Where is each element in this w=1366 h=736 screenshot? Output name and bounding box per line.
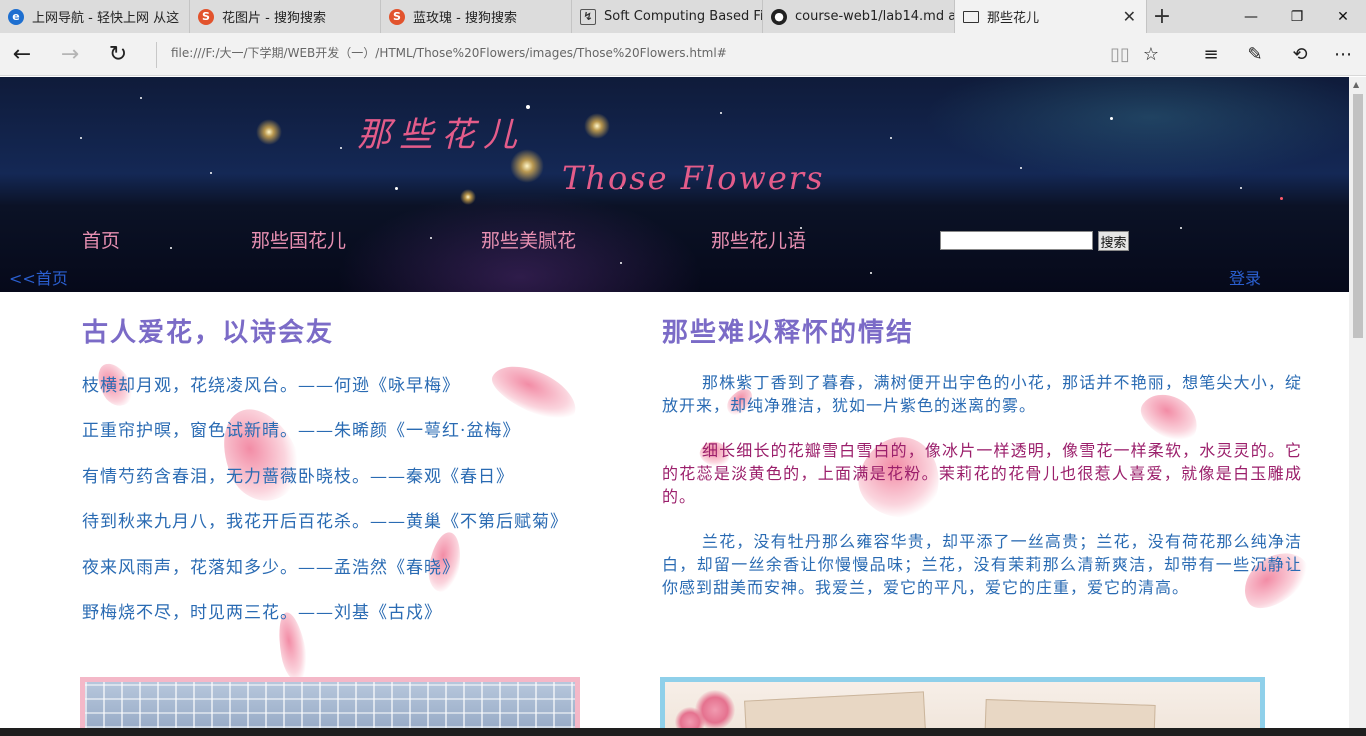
star [210, 172, 212, 174]
tab-soft-computing[interactable]: ↯ Soft Computing Based Fin [572, 0, 763, 33]
poem-line: 夜来风雨声，花落知多少。——孟浩然《春晓》 [82, 558, 460, 578]
divider [156, 42, 157, 68]
nav-item-beautiful-flowers[interactable]: 那些美腻花 [481, 226, 576, 253]
tab-flower-images[interactable]: S 花图片 - 搜狗搜索 [190, 0, 381, 33]
tab-label: Soft Computing Based Fin [604, 9, 762, 24]
poem-line: 正重帘护暝，窗色试新晴。——朱晞颜《一萼红·盆梅》 [82, 421, 521, 441]
site-title-english: Those Flowers [562, 159, 825, 197]
page-icon [963, 10, 979, 23]
ie-icon: e [8, 8, 24, 25]
tab-those-flowers[interactable]: 那些花儿 ✕ [955, 0, 1147, 33]
web-note-icon[interactable]: ✎ [1240, 41, 1270, 67]
scrollbar-thumb[interactable] [1353, 94, 1363, 338]
search-input[interactable] [940, 231, 1093, 250]
star [1110, 117, 1113, 120]
poem-line: 野梅烧不尽，时见两三花。——刘基《古戍》 [82, 603, 442, 623]
scroll-up-icon[interactable]: ▲ [1353, 80, 1359, 89]
paragraph-orchid: 兰花，没有牡丹那么雍容华贵，却平添了一丝高贵；兰花，没有荷花那么纯净洁白，却留一… [662, 532, 1302, 597]
web-page: 那些花儿 Those Flowers 首页 那些国花儿 那些美腻花 那些花儿语 … [0, 77, 1349, 736]
star-glow [584, 113, 610, 139]
tab-label: course-web1/lab14.md at [795, 9, 954, 24]
poem-line: 枝横却月观，花绕凌风台。——何逊《咏早梅》 [82, 376, 460, 396]
star [890, 137, 892, 139]
tab-label: 上网导航 - 轻快上网 从这 [32, 11, 180, 26]
tab-label: 那些花儿 [987, 11, 1040, 26]
taskbar [0, 728, 1366, 736]
star [80, 137, 82, 139]
star [1020, 167, 1022, 169]
star [340, 147, 342, 149]
window-close-icon[interactable]: ✕ [1320, 0, 1366, 33]
star [526, 105, 530, 109]
more-icon[interactable]: ⋯ [1328, 41, 1358, 67]
github-icon: ● [771, 8, 787, 25]
poem-line: 待到秋来九月八，我花开后百花杀。——黄巢《不第后赋菊》 [82, 512, 568, 532]
nav-item-home[interactable]: 首页 [82, 226, 120, 253]
header-banner: 那些花儿 Those Flowers 首页 那些国花儿 那些美腻花 那些花儿语 … [0, 77, 1349, 292]
nav-item-national-flowers[interactable]: 那些国花儿 [251, 226, 346, 253]
nav-item-flower-language[interactable]: 那些花儿语 [711, 226, 806, 253]
star [1280, 197, 1283, 200]
share-icon[interactable]: ⟲ [1285, 41, 1315, 67]
restore-icon[interactable]: ❐ [1274, 0, 1320, 33]
favorite-star-icon[interactable]: ☆ [1136, 41, 1166, 67]
poems-heading: 古人爱花，以诗会友 [82, 318, 335, 348]
sogou-icon: S [389, 8, 405, 25]
tab-shanghai-nav[interactable]: e 上网导航 - 轻快上网 从这 [0, 0, 190, 33]
tab-label: 花图片 - 搜狗搜索 [222, 11, 326, 26]
address-bar: ← → ↻ file:///F:/大一/下学期/WEB开发（一）/HTML/Th… [0, 33, 1366, 76]
tab-blue-rose[interactable]: S 蓝玫瑰 - 搜狗搜索 [381, 0, 572, 33]
pdf-icon: ↯ [580, 8, 596, 25]
hub-icon[interactable]: ≡ [1196, 41, 1226, 67]
paragraph-jasmine: 细长细长的花瓣雪白雪白的，像冰片一样透明，像雪花一样柔软，水灵灵的。它的花蕊是淡… [662, 441, 1302, 506]
sogou-icon: S [198, 8, 214, 25]
search-button[interactable]: 搜索 [1098, 231, 1129, 251]
close-icon[interactable]: ✕ [1123, 7, 1136, 26]
star [720, 112, 722, 114]
star [1240, 187, 1242, 189]
paragraph-lilac: 那株紫丁香到了暮春，满树便开出宇色的小花，那话并不艳丽，想笔尖大小，绽放开来，却… [662, 373, 1302, 415]
forward-icon[interactable]: → [53, 39, 87, 69]
back-to-home-link[interactable]: <<首页 [9, 265, 68, 289]
back-icon[interactable]: ← [5, 39, 39, 69]
poem-line: 有情芍药含春泪，无力蔷薇卧晓枝。——秦观《春日》 [82, 467, 514, 487]
tab-bar: e 上网导航 - 轻快上网 从这 S 花图片 - 搜狗搜索 S 蓝玫瑰 - 搜狗… [0, 0, 1366, 33]
site-title-chinese: 那些花儿 [357, 115, 525, 155]
new-tab-icon[interactable]: + [1147, 0, 1177, 33]
star [140, 97, 142, 99]
login-link[interactable]: 登录 [1229, 265, 1261, 289]
sentiments-heading: 那些难以释怀的情结 [662, 318, 915, 348]
star [395, 187, 398, 190]
petal-decoration [208, 396, 312, 513]
refresh-icon[interactable]: ↻ [101, 39, 135, 69]
url-field[interactable]: file:///F:/大一/下学期/WEB开发（一）/HTML/Those%20… [171, 44, 727, 61]
tab-github-lab14[interactable]: ● course-web1/lab14.md at [763, 0, 955, 33]
star-glow [256, 119, 282, 145]
main-nav: 首页 那些国花儿 那些美腻花 那些花儿语 [0, 202, 1349, 292]
minimize-icon[interactable]: — [1228, 0, 1274, 33]
reading-view-icon[interactable]: ▯▯ [1105, 41, 1135, 67]
tab-label: 蓝玫瑰 - 搜狗搜索 [413, 11, 517, 26]
